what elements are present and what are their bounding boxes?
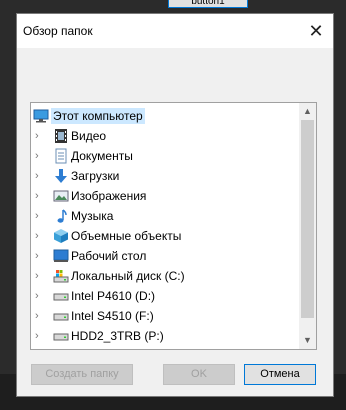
new-folder-button[interactable]: Создать папку: [31, 364, 133, 385]
vertical-scrollbar[interactable]: ▲ ▼: [299, 103, 316, 349]
downloads-icon: [53, 168, 69, 184]
tree-item-music[interactable]: › Музыка: [31, 206, 301, 226]
tree-item-this-pc[interactable]: Этот компьютер: [31, 106, 301, 126]
tree-item-label: Музыка: [71, 209, 114, 223]
ok-button[interactable]: OK: [163, 364, 235, 385]
tree-item-label: Рабочий стол: [71, 249, 147, 263]
drive-icon: [53, 308, 69, 324]
3d-objects-icon: [53, 228, 69, 244]
tree-item-label: Загрузки: [71, 169, 120, 183]
documents-icon: [53, 148, 69, 164]
chevron-right-icon[interactable]: ›: [35, 130, 45, 142]
tree-item-drive-f[interactable]: › Intel S4510 (F:): [31, 306, 301, 326]
chevron-right-icon[interactable]: ›: [35, 290, 45, 302]
tree-item-drive-d[interactable]: › Intel P4610 (D:): [31, 286, 301, 306]
scroll-down-icon[interactable]: ▼: [299, 332, 316, 349]
computer-icon: [33, 108, 49, 124]
chevron-right-icon[interactable]: ›: [35, 190, 45, 202]
chevron-right-icon[interactable]: ›: [35, 330, 45, 342]
tree-item-label: Intel S4510 (F:): [71, 309, 154, 323]
browse-folder-dialog: Обзор папок ✕ Этот компьютер › Видео › Д…: [16, 13, 334, 397]
system-drive-icon: [53, 268, 69, 284]
scrollbar-thumb[interactable]: [301, 120, 314, 318]
title-bar: Обзор папок ✕: [17, 14, 333, 48]
drive-icon: [53, 288, 69, 304]
tree-item-documents[interactable]: › Документы: [31, 146, 301, 166]
tree-item-label: Локальный диск (C:): [71, 269, 185, 283]
tree-item-label: Объемные объекты: [71, 229, 182, 243]
tree-item-3d-objects[interactable]: › Объемные объекты: [31, 226, 301, 246]
cancel-button[interactable]: Отмена: [244, 364, 316, 385]
desktop-icon: [53, 248, 69, 264]
tree-item-label: Документы: [71, 149, 133, 163]
tree-item-drive-c[interactable]: › Локальный диск (C:): [31, 266, 301, 286]
dialog-title: Обзор папок: [23, 24, 93, 38]
chevron-right-icon[interactable]: ›: [35, 150, 45, 162]
tree-item-video[interactable]: › Видео: [31, 126, 301, 146]
tree-item-downloads[interactable]: › Загрузки: [31, 166, 301, 186]
tree-item-label: Видео: [71, 129, 107, 143]
tree-item-drive-p[interactable]: › HDD2_3TRB (P:): [31, 326, 301, 346]
folder-tree[interactable]: Этот компьютер › Видео › Документы › Заг…: [30, 102, 317, 350]
tree-item-desktop[interactable]: › Рабочий стол: [31, 246, 301, 266]
tree-item-label: HDD2_3TRB (P:): [71, 329, 164, 343]
tree-item-label: Изображения: [71, 189, 147, 203]
close-icon[interactable]: ✕: [299, 14, 333, 48]
chevron-right-icon[interactable]: ›: [35, 230, 45, 242]
music-icon: [53, 208, 69, 224]
chevron-right-icon[interactable]: ›: [35, 170, 45, 182]
pictures-icon: [53, 188, 69, 204]
chevron-right-icon[interactable]: ›: [35, 270, 45, 282]
chevron-right-icon[interactable]: ›: [35, 210, 45, 222]
background-button[interactable]: button1: [168, 0, 248, 8]
chevron-right-icon[interactable]: ›: [35, 310, 45, 322]
video-icon: [53, 128, 69, 144]
chevron-right-icon[interactable]: ›: [35, 250, 45, 262]
tree-item-pictures[interactable]: › Изображения: [31, 186, 301, 206]
tree-item-label: Intel P4610 (D:): [71, 289, 156, 303]
drive-icon: [53, 328, 69, 344]
scroll-up-icon[interactable]: ▲: [299, 103, 316, 120]
tree-item-label: Этот компьютер: [51, 108, 145, 124]
